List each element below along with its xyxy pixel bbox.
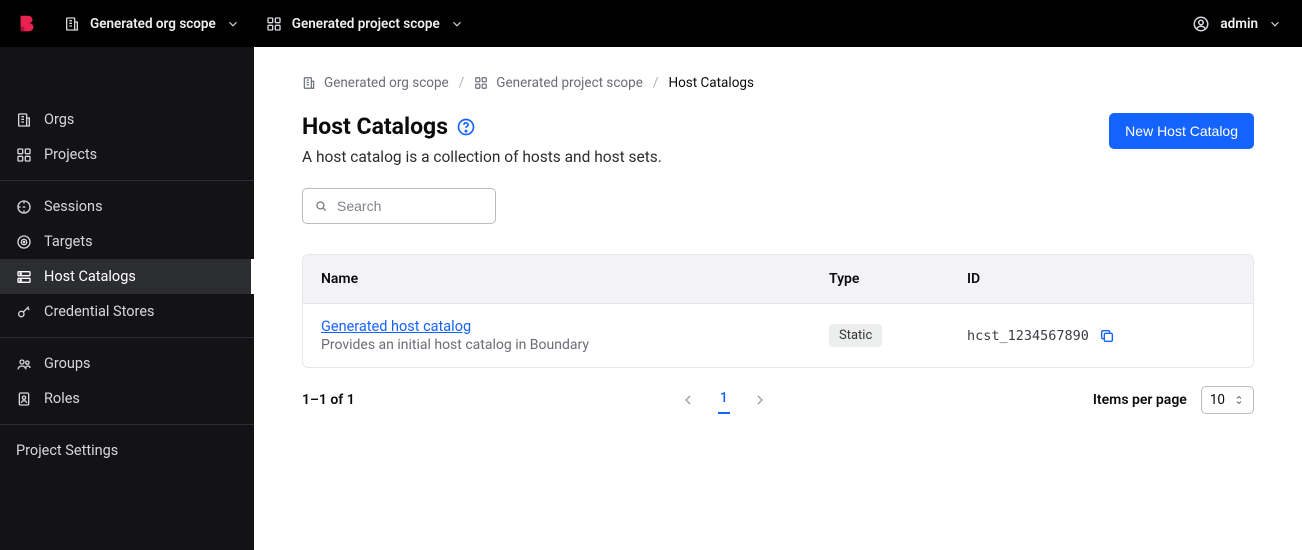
org-icon [16,112,32,128]
chevron-down-icon [450,17,464,31]
sidebar-item-credential-stores[interactable]: Credential Stores [0,294,254,329]
sidebar-label: Projects [44,146,97,163]
sidebar-item-roles[interactable]: Roles [0,381,254,416]
brand-logo-icon[interactable] [16,13,38,35]
chevron-down-icon [226,17,240,31]
row-id: hcst_1234567890 [967,328,1089,344]
copy-icon[interactable] [1099,328,1115,344]
project-icon [266,16,282,32]
org-scope-label: Generated org scope [90,16,216,32]
sidebar-item-targets[interactable]: Targets [0,224,254,259]
row-name-link[interactable]: Generated host catalog [321,318,471,335]
sidebar-item-sessions[interactable]: Sessions [0,189,254,224]
next-page-icon[interactable] [752,392,768,408]
sidebar-label: Targets [44,233,93,250]
sessions-icon [16,199,32,215]
sidebar-label: Sessions [44,198,103,215]
items-per-page: Items per page 10 [1093,386,1254,414]
items-per-page-value: 10 [1210,392,1225,408]
project-icon [474,76,488,90]
page-number[interactable]: 1 [718,386,730,414]
sidebar-label: Host Catalogs [44,268,136,285]
items-per-page-select[interactable]: 10 [1201,386,1254,414]
prev-page-icon[interactable] [680,392,696,408]
host-catalogs-table: Name Type ID Generated host catalog Prov… [302,254,1254,368]
sidebar-item-project-settings[interactable]: Project Settings [0,433,254,468]
page-header: Host Catalogs A host catalog is a collec… [302,113,1254,166]
sidebar-label: Credential Stores [44,303,155,320]
th-id: ID [967,271,1235,287]
breadcrumb-project-label: Generated project scope [496,75,643,91]
page-title: Host Catalogs [302,113,448,140]
sidebar-label: Orgs [44,111,74,128]
top-bar: Generated org scope Generated project sc… [0,0,1302,47]
org-icon [64,16,80,32]
help-icon[interactable] [456,117,476,137]
new-host-catalog-button[interactable]: New Host Catalog [1109,113,1254,149]
th-type: Type [829,271,967,287]
targets-icon [16,234,32,250]
table-header: Name Type ID [303,255,1253,304]
user-circle-icon [1192,15,1210,33]
search-wrap [302,188,496,224]
sidebar-label: Groups [44,355,91,372]
search-input[interactable] [302,188,496,224]
table-row: Generated host catalog Provides an initi… [303,304,1253,367]
sidebar: Orgs Projects Sessions Targets Host Cata… [0,47,254,550]
key-icon [16,304,32,320]
page-subtitle: A host catalog is a collection of hosts … [302,148,662,166]
sidebar-item-projects[interactable]: Projects [0,137,254,172]
roles-icon [16,391,32,407]
breadcrumb-current: Host Catalogs [668,75,753,91]
sidebar-item-orgs[interactable]: Orgs [0,102,254,137]
sidebar-label: Roles [44,390,80,407]
project-scope-selector[interactable]: Generated project scope [266,16,464,32]
topbar-left: Generated org scope Generated project sc… [16,13,464,35]
breadcrumb-sep: / [459,75,465,91]
chevron-down-icon [1268,17,1282,31]
org-scope-selector[interactable]: Generated org scope [64,16,240,32]
th-name: Name [321,271,829,287]
pagination-controls: 1 [680,386,768,414]
breadcrumb-org[interactable]: Generated org scope [302,75,449,91]
row-description: Provides an initial host catalog in Boun… [321,337,829,353]
groups-icon [16,356,32,372]
breadcrumb-sep: / [653,75,659,91]
pagination-summary: 1–1 of 1 [302,392,355,408]
sidebar-item-host-catalogs[interactable]: Host Catalogs [0,259,254,294]
breadcrumb: Generated org scope / Generated project … [302,75,1254,91]
host-catalog-icon [16,269,32,285]
select-caret-icon [1233,394,1245,406]
main-content: Generated org scope / Generated project … [254,47,1302,550]
user-menu[interactable]: admin [1192,15,1282,33]
sidebar-item-groups[interactable]: Groups [0,346,254,381]
project-icon [16,147,32,163]
search-icon [314,199,328,213]
breadcrumb-project[interactable]: Generated project scope [474,75,643,91]
user-label: admin [1220,16,1258,32]
breadcrumb-org-label: Generated org scope [324,75,449,91]
project-scope-label: Generated project scope [292,16,440,32]
items-per-page-label: Items per page [1093,392,1187,408]
pagination: 1–1 of 1 1 Items per page 10 [302,386,1254,414]
sidebar-label: Project Settings [16,442,118,459]
org-icon [302,76,316,90]
type-badge: Static [829,324,882,347]
